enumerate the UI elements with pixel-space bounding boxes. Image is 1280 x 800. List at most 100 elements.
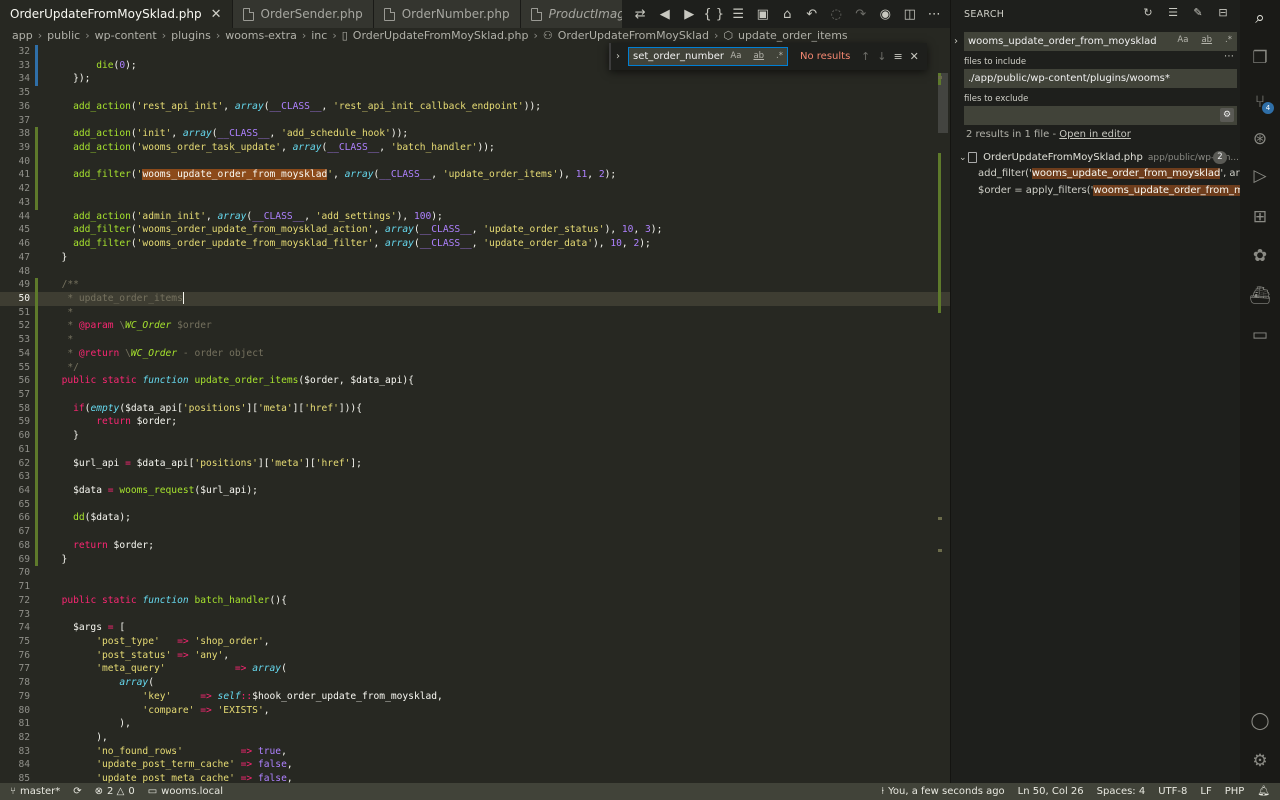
search-match-item[interactable]: $order = apply_filters('wooms_update_ord… xyxy=(978,183,1240,198)
code-editor[interactable]: 32 33 die(0); 34 }); 35 36 add_action('rest_… xyxy=(0,43,950,783)
gutter-change-marker[interactable] xyxy=(35,511,38,526)
code-line[interactable]: 50 * update_order_items xyxy=(0,291,950,306)
code-line[interactable]: 53 * xyxy=(0,333,950,347)
gutter-change-marker[interactable] xyxy=(35,401,38,416)
forward-icon[interactable]: ↷ xyxy=(849,0,874,28)
breadcrumb-item[interactable]: inc xyxy=(311,29,327,42)
gutter-change-marker[interactable] xyxy=(35,429,38,443)
code-line[interactable]: 69 } xyxy=(0,552,950,567)
terminal-icon[interactable]: ▣ xyxy=(751,0,776,28)
gutter-change-marker[interactable] xyxy=(35,195,38,210)
editor-tab[interactable]: OrderNumber.php xyxy=(373,0,521,28)
code-line[interactable]: 54 * @return \WC_Order - order object xyxy=(0,346,950,361)
editor-scrollbar[interactable] xyxy=(938,43,948,783)
code-line[interactable]: 63 xyxy=(0,470,950,484)
folder-icon[interactable]: ▭ xyxy=(1240,317,1280,353)
braces-icon[interactable]: { } xyxy=(702,0,727,28)
code-line[interactable]: 66 dd($data); xyxy=(0,511,950,526)
code-line[interactable]: 46 add_filter('wooms_order_update_from_m… xyxy=(0,237,950,251)
code-line[interactable]: 41 add_filter('wooms_update_order_from_m… xyxy=(0,168,950,183)
compare-icon[interactable]: ⇄ xyxy=(628,0,653,28)
git-blame-status[interactable]: ⍿ You, a few seconds ago xyxy=(882,786,1005,797)
code-line[interactable]: 36 add_action('rest_api_init', array(__C… xyxy=(0,100,950,114)
breadcrumb-item[interactable]: update_order_items xyxy=(738,29,848,42)
code-line[interactable]: 75 'post_type' => 'shop_order', xyxy=(0,635,950,649)
gutter-change-marker[interactable] xyxy=(35,333,38,347)
code-line[interactable]: 35 xyxy=(0,86,950,100)
history-icon[interactable]: ⌂ xyxy=(775,0,800,28)
code-line[interactable]: 72 public static function batch_handler(… xyxy=(0,594,950,608)
gutter-change-marker[interactable] xyxy=(35,442,38,457)
gutter-change-marker[interactable] xyxy=(35,168,38,183)
gitlens-icon[interactable]: ◉ xyxy=(873,0,898,28)
run-debug-icon[interactable]: ▷ xyxy=(1240,158,1280,194)
previous-match-icon[interactable]: ↑ xyxy=(861,50,870,63)
code-line[interactable]: 74 $args = [ xyxy=(0,621,950,635)
files-to-exclude-input[interactable]: ⚙ xyxy=(964,106,1237,125)
problems-status[interactable]: ⊗ 2 △ 0 xyxy=(95,786,135,797)
files-to-include-input[interactable]: ./app/public/wp-content/plugins/wooms* xyxy=(964,69,1237,88)
gutter-change-marker[interactable] xyxy=(35,141,38,155)
gutter-change-marker[interactable] xyxy=(35,538,38,553)
code-line[interactable]: 79 'key' => self::$hook_order_update_fro… xyxy=(0,690,950,704)
breadcrumb-item[interactable]: OrderUpdateFromMoySklad.php xyxy=(353,29,529,42)
cursor-position[interactable]: Ln 50, Col 26 xyxy=(1018,786,1084,797)
match-whole-word-icon[interactable]: ab xyxy=(1201,35,1212,45)
open-in-editor-link[interactable]: Open in editor xyxy=(1059,129,1131,140)
toggle-search-details-icon[interactable]: ⋯ xyxy=(1224,51,1234,62)
breadcrumb-item[interactable]: plugins xyxy=(171,29,211,42)
new-search-editor-icon[interactable]: ✎ xyxy=(1191,6,1205,20)
editor-tab[interactable]: OrderUpdateFromMoySklad.php ✕ xyxy=(0,0,233,28)
code-line[interactable]: 73 xyxy=(0,608,950,622)
gutter-change-marker[interactable] xyxy=(35,154,38,169)
match-case-icon[interactable]: Aa xyxy=(730,51,741,61)
gutter-change-marker[interactable] xyxy=(35,319,38,334)
code-line[interactable]: 51 * xyxy=(0,305,950,320)
code-line[interactable]: 84 'update_post_term_cache' => false, xyxy=(0,758,950,772)
language-mode[interactable]: PHP xyxy=(1225,786,1245,797)
close-find-icon[interactable]: ✕ xyxy=(910,50,919,63)
code-line[interactable]: 77 'meta_query' => array( xyxy=(0,662,950,676)
gutter-change-marker[interactable] xyxy=(35,525,38,539)
source-control-icon[interactable]: ⑂ 4 xyxy=(1240,84,1280,120)
next-match-icon[interactable]: ↓ xyxy=(877,50,886,63)
code-line[interactable]: 61 xyxy=(0,442,950,457)
gutter-change-marker[interactable] xyxy=(35,305,38,320)
gutter-change-marker[interactable] xyxy=(35,360,38,375)
extensions-icon[interactable]: ⊞ xyxy=(1240,199,1280,235)
code-line[interactable]: 48 xyxy=(0,265,950,279)
collapse-all-icon[interactable]: ⊟ xyxy=(1216,6,1230,20)
code-line[interactable]: 47 } xyxy=(0,251,950,265)
code-line[interactable]: 59 return $order; xyxy=(0,415,950,430)
gutter-change-marker[interactable] xyxy=(35,278,38,292)
git-graph-icon[interactable]: ⊛ xyxy=(1240,121,1280,157)
refresh-icon[interactable]: ↻ xyxy=(1141,6,1155,20)
gutter-change-marker[interactable] xyxy=(35,291,38,306)
code-line[interactable]: 55 */ xyxy=(0,360,950,375)
remote-status[interactable]: ▭ wooms.local xyxy=(148,786,223,797)
editor-tab[interactable]: OrderSender.php xyxy=(232,0,374,28)
find-input[interactable]: set_order_number Aa ab .* xyxy=(628,47,788,66)
encoding-status[interactable]: UTF-8 xyxy=(1158,786,1187,797)
eol-status[interactable]: LF xyxy=(1200,786,1211,797)
gutter-change-marker[interactable] xyxy=(35,374,38,388)
search-input[interactable]: wooms_update_order_from_moysklad Aa ab .… xyxy=(964,32,1237,51)
back-icon[interactable]: ↶ xyxy=(800,0,825,28)
more-icon[interactable]: ⋯ xyxy=(922,0,947,28)
breadcrumb-item[interactable]: public xyxy=(47,29,80,42)
breadcrumb-item[interactable]: OrderUpdateFromMoySklad xyxy=(558,29,709,42)
files-icon[interactable]: ❐ xyxy=(1240,40,1280,76)
dot-icon[interactable]: ◌ xyxy=(824,0,849,28)
clear-results-icon[interactable]: ☰ xyxy=(1166,6,1180,20)
match-whole-word-icon[interactable]: ab xyxy=(753,51,764,61)
code-line[interactable]: 38 add_action('init', array(__CLASS__, '… xyxy=(0,127,950,141)
close-tab-icon[interactable]: ✕ xyxy=(211,7,222,22)
use-regex-icon[interactable]: .* xyxy=(776,51,783,61)
use-exclude-settings-icon[interactable]: ⚙ xyxy=(1220,108,1234,122)
match-case-icon[interactable]: Aa xyxy=(1177,35,1188,45)
code-line[interactable]: 78 array( xyxy=(0,676,950,690)
code-line[interactable]: 57 xyxy=(0,388,950,402)
code-line[interactable]: 85 'update_post_meta_cache' => false, xyxy=(0,772,950,783)
indentation-status[interactable]: Spaces: 4 xyxy=(1097,786,1146,797)
prev-change-icon[interactable]: ◀ xyxy=(653,0,678,28)
